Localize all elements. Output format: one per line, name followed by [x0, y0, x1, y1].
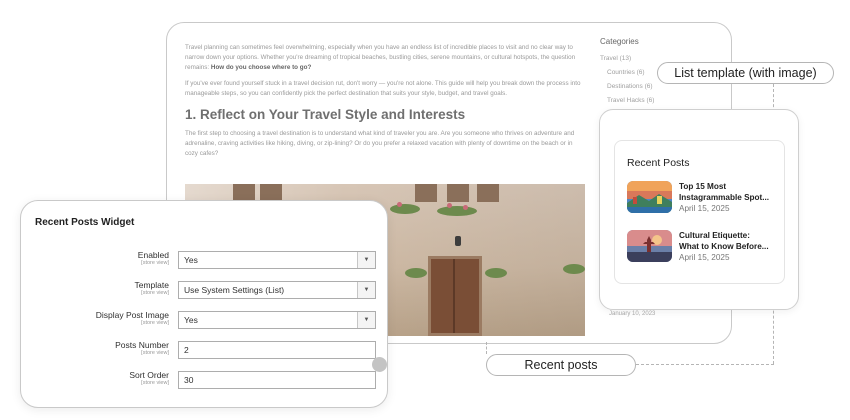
scope-label: [store view] [141, 290, 169, 296]
connector-line [636, 364, 774, 365]
post-date: April 15, 2025 [679, 204, 730, 213]
template-select[interactable]: Use System Settings (List) ▼ [178, 281, 376, 299]
article-intro: Travel planning can sometimes feel overw… [185, 43, 585, 73]
posts-number-input[interactable]: 2 [178, 341, 376, 359]
field-label: Posts Number [115, 340, 169, 350]
select-value: Use System Settings (List) [184, 285, 285, 295]
recent-posts-widget: Recent Posts Top 15 Most Instagrammable … [614, 140, 785, 284]
post-title-line[interactable]: Top 15 Most [679, 181, 779, 192]
widget-title: Recent Posts Widget [35, 217, 135, 228]
display-post-image-select[interactable]: Yes ▼ [178, 311, 376, 329]
post-title-line[interactable]: Instagrammable Spot... [679, 192, 779, 203]
scope-label: [store view] [141, 350, 169, 356]
select-value: Yes [184, 315, 198, 325]
chevron-down-icon[interactable]: ▼ [357, 252, 375, 268]
scope-label: [store view] [141, 380, 169, 386]
field-template: Template [store view] Use System Setting… [21, 280, 389, 302]
list-template-label: List template (with image) [657, 62, 834, 84]
chevron-down-icon[interactable]: ▼ [357, 282, 375, 298]
input-value: 2 [184, 345, 189, 355]
recent-post-item[interactable]: Top 15 Most Instagrammable Spot... April… [627, 181, 782, 217]
select-value: Yes [184, 255, 198, 265]
category-item[interactable]: Travel (13) [600, 55, 710, 62]
article-heading: 1. Reflect on Your Travel Style and Inte… [185, 107, 466, 122]
field-label: Template [134, 280, 170, 290]
scope-label: [store view] [141, 320, 169, 326]
post-title-line[interactable]: Cultural Etiquette: [679, 230, 779, 241]
category-item[interactable]: Travel Hacks (6) [600, 97, 710, 104]
field-label: Enabled [137, 250, 169, 260]
field-display-post-image: Display Post Image [store view] Yes ▼ [21, 310, 389, 332]
field-sort-order: Sort Order [store view] 30 [21, 370, 389, 392]
category-item[interactable]: Destinations (6) [600, 83, 710, 90]
recent-posts-preview-card: Recent Posts Top 15 Most Instagrammable … [599, 109, 799, 310]
sidebar-date: January 10, 2023 [609, 311, 656, 317]
field-label: Display Post Image [95, 310, 169, 320]
input-value: 30 [184, 375, 194, 385]
article-body: Travel planning can sometimes feel overw… [185, 43, 585, 165]
recent-posts-title: Recent Posts [627, 157, 690, 169]
article-paragraph: The first step to choosing a travel dest… [185, 130, 575, 157]
intro-question: How do you choose where to go? [210, 64, 312, 71]
post-thumbnail[interactable] [627, 181, 672, 213]
scroll-handle[interactable] [372, 357, 387, 372]
field-enabled: Enabled [store view] Yes ▼ [21, 250, 389, 272]
post-date: April 15, 2025 [679, 253, 730, 262]
article-paragraph: If you've ever found yourself stuck in a… [185, 80, 581, 97]
field-label: Sort Order [129, 370, 169, 380]
recent-posts-label: Recent posts [486, 354, 636, 376]
post-thumbnail[interactable] [627, 230, 672, 262]
categories-heading: Categories [600, 37, 639, 46]
enabled-select[interactable]: Yes ▼ [178, 251, 376, 269]
field-posts-number: Posts Number [store view] 2 [21, 340, 389, 362]
recent-post-item[interactable]: Cultural Etiquette: What to Know Before.… [627, 230, 782, 266]
post-title-line[interactable]: What to Know Before... [679, 241, 779, 252]
scope-label: [store view] [141, 260, 169, 266]
chevron-down-icon[interactable]: ▼ [357, 312, 375, 328]
connector-line [486, 342, 487, 354]
recent-posts-widget-settings: Recent Posts Widget Enabled [store view]… [20, 200, 388, 408]
sort-order-input[interactable]: 30 [178, 371, 376, 389]
